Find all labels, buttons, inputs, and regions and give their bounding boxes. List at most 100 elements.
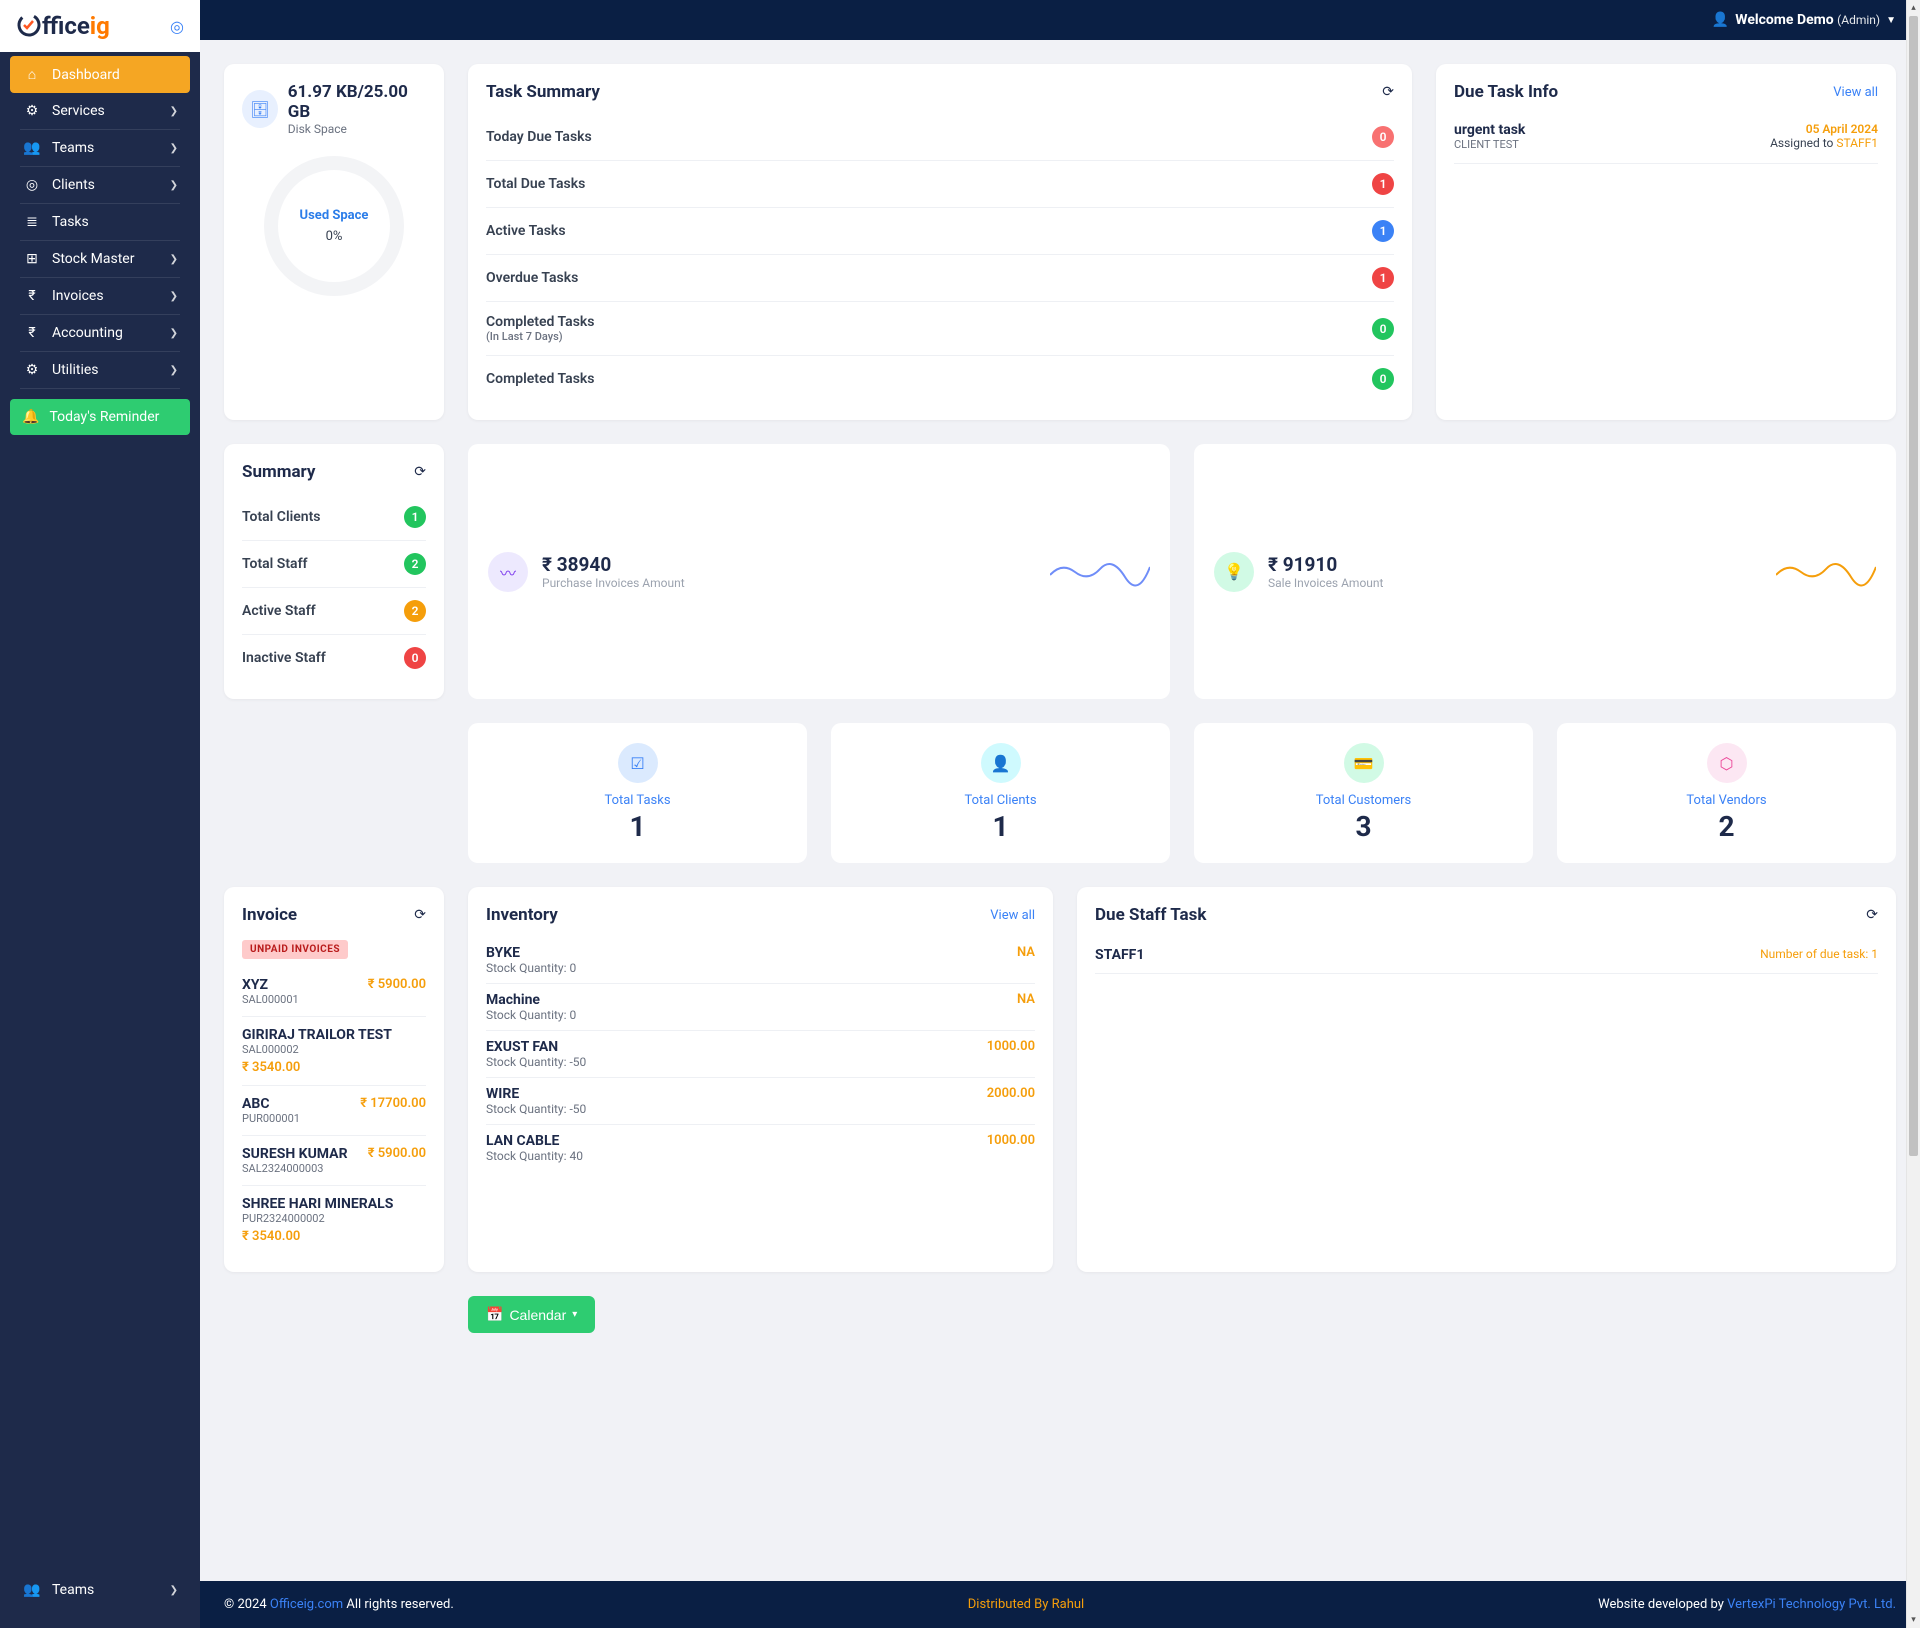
todays-reminder-button[interactable]: 🔔 Today's Reminder [10,399,190,435]
nav-icon: ₹ [22,288,42,304]
sidebar-item-stock-master[interactable]: ⊞Stock Master❯ [10,241,190,277]
task-summary-row[interactable]: Overdue Tasks1 [486,255,1394,302]
stat-card[interactable]: ☑Total Tasks1 [468,723,807,863]
due-staff-card: Due Staff Task ⟳ STAFF1Number of due tas… [1077,887,1896,1272]
sidebar-item-clients[interactable]: ◎Clients❯ [10,167,190,203]
nav-icon: ⚙ [22,362,42,378]
chevron-right-icon: ❯ [170,365,178,376]
sidebar-collapse-icon[interactable]: ◎ [170,17,184,36]
invoice-item[interactable]: GIRIRAJ TRAILOR TESTSAL000002₹ 3540.00 [242,1017,426,1086]
used-space-label: Used Space [300,208,369,223]
inventory-value: NA [1017,992,1035,1007]
inventory-item[interactable]: WIREStock Quantity: -502000.00 [486,1078,1035,1125]
vertexpi-link[interactable]: VertexPi Technology Pvt. Ltd. [1727,1597,1896,1612]
row-label: Overdue Tasks [486,270,578,286]
sidebar-item-utilities[interactable]: ⚙Utilities❯ [10,352,190,388]
staff-name: STAFF1 [1095,947,1144,963]
inventory-item[interactable]: EXUST FANStock Quantity: -501000.00 [486,1031,1035,1078]
summary-row[interactable]: Active Staff2 [242,588,426,635]
count-badge: 2 [404,553,426,575]
dev-pre: Website developed by [1598,1597,1727,1612]
invoice-item[interactable]: SURESH KUMARSAL2324000003₹ 5900.00 [242,1136,426,1186]
stat-card[interactable]: ⬡Total Vendors2 [1557,723,1896,863]
sidebar: fficeig ◎ ⌂Dashboard⚙Services❯👥Teams❯◎Cl… [0,0,200,1628]
row-label: Active Tasks [486,223,566,239]
stat-card[interactable]: 👤Total Clients1 [831,723,1170,863]
disk-sub: Disk Space [288,122,426,136]
due-task-item[interactable]: urgent taskCLIENT TEST05 April 2024Assig… [1454,114,1878,164]
scrollbar[interactable]: ▴ ▾ [1906,0,1920,1628]
summary-row[interactable]: Total Staff2 [242,541,426,588]
task-client: CLIENT TEST [1454,138,1525,151]
footer: © 2024 Officeig.com All rights reserved.… [200,1581,1920,1628]
sidebar-item-invoices[interactable]: ₹Invoices❯ [10,278,190,314]
stat-value: 1 [851,810,1150,843]
invoice-amount: ₹ 3540.00 [242,1229,426,1244]
inventory-item[interactable]: MachineStock Quantity: 0NA [486,984,1035,1031]
nav-label: Teams [52,140,94,156]
main-nav: ⌂Dashboard⚙Services❯👥Teams❯◎Clients❯≣Tas… [0,52,200,393]
kpi-label: Sale Invoices Amount [1268,576,1383,590]
officeig-link[interactable]: Officeig.com [270,1597,343,1612]
stat-card[interactable]: 💳Total Customers3 [1194,723,1533,863]
summary-row[interactable]: Inactive Staff0 [242,635,426,681]
nav-label: Services [52,103,105,119]
sidebar-bottom-teams[interactable]: 👥 Teams ❯ [10,1572,190,1608]
view-all-link[interactable]: View all [1833,85,1878,100]
view-all-link[interactable]: View all [990,908,1035,923]
brand-logo: fficeig [16,12,110,40]
task-summary-row[interactable]: Today Due Tasks0 [486,114,1394,161]
task-summary-row[interactable]: Completed Tasks(In Last 7 Days)0 [486,302,1394,356]
scroll-down-icon[interactable]: ▾ [1907,1612,1920,1628]
user-icon: 👤 [1712,12,1729,28]
inventory-item[interactable]: LAN CABLEStock Quantity: 401000.00 [486,1125,1035,1171]
sidebar-item-dashboard[interactable]: ⌂Dashboard [10,56,190,93]
due-staff-item[interactable]: STAFF1 Number of due task: 1 [1095,937,1878,974]
user-menu[interactable]: 👤 Welcome Demo (Admin) ▼ [1712,12,1896,28]
invoice-item[interactable]: SHREE HARI MINERALSPUR2324000002₹ 3540.0… [242,1186,426,1254]
scroll-up-icon[interactable]: ▴ [1907,0,1920,16]
bell-icon: 🔔 [22,409,39,425]
calendar-button[interactable]: 📅 Calendar ▾ [468,1296,595,1333]
scroll-thumb[interactable] [1909,16,1918,1156]
inventory-qty: Stock Quantity: 0 [486,961,576,975]
stat-value: 1 [488,810,787,843]
invoice-ref: SAL2324000003 [242,1162,348,1175]
refresh-icon[interactable]: ⟳ [414,907,426,923]
stat-icon: 💳 [1344,743,1384,783]
inventory-name: LAN CABLE [486,1133,583,1149]
unpaid-tag: UNPAID INVOICES [242,940,348,959]
sidebar-item-tasks[interactable]: ≣Tasks [10,204,190,240]
refresh-icon[interactable]: ⟳ [1866,907,1878,923]
stat-icon: ☑ [618,743,658,783]
chevron-down-icon: ▼ [1886,15,1896,26]
task-summary-row[interactable]: Total Due Tasks1 [486,161,1394,208]
stat-icon: ⬡ [1707,743,1747,783]
invoice-item[interactable]: ABCPUR000001₹ 17700.00 [242,1086,426,1136]
sidebar-item-teams[interactable]: 👥Teams❯ [10,130,190,166]
inventory-card: Inventory View all BYKEStock Quantity: 0… [468,887,1053,1272]
refresh-icon[interactable]: ⟳ [1382,84,1394,100]
count-badge: 2 [404,600,426,622]
chevron-right-icon: ❯ [170,143,178,154]
sidebar-item-services[interactable]: ⚙Services❯ [10,93,190,129]
nav-icon: ◎ [22,177,42,193]
inventory-item[interactable]: BYKEStock Quantity: 0NA [486,937,1035,984]
summary-row[interactable]: Total Clients1 [242,494,426,541]
staff-due-count: Number of due task: 1 [1760,947,1878,963]
sidebar-item-accounting[interactable]: ₹Accounting❯ [10,315,190,351]
count-badge: 0 [404,647,426,669]
inventory-value: 1000.00 [987,1039,1035,1054]
task-summary-row[interactable]: Active Tasks1 [486,208,1394,255]
copyright-post: All rights reserved. [343,1597,454,1612]
invoice-item[interactable]: XYZSAL000001₹ 5900.00 [242,967,426,1017]
task-title: urgent task [1454,122,1525,138]
chevron-right-icon: ❯ [170,1585,178,1596]
task-summary-row[interactable]: Completed Tasks0 [486,356,1394,402]
row-label: Total Due Tasks [486,176,585,192]
refresh-icon[interactable]: ⟳ [414,464,426,480]
stats-row: ☑Total Tasks1👤Total Clients1💳Total Custo… [468,723,1896,863]
copyright-pre: © 2024 [224,1597,270,1612]
stat-label: Total Clients [851,793,1150,808]
invoice-title: Invoice [242,905,297,925]
